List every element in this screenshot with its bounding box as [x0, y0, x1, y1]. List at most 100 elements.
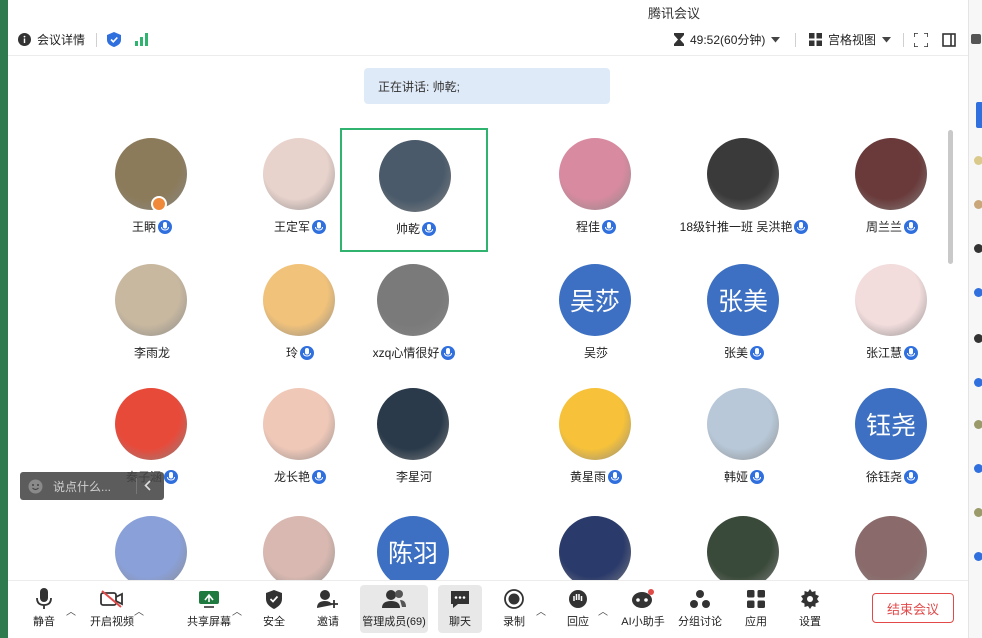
ai-assistant-button[interactable]: AI小助手	[618, 585, 668, 633]
title-bar: 腾讯会议	[8, 0, 968, 24]
shield-icon[interactable]	[107, 32, 121, 47]
participant-name: 黄星雨	[569, 470, 606, 484]
participant-tile[interactable]: 李星河	[340, 378, 488, 502]
desktop-background	[0, 0, 8, 638]
participant-name: 李星河	[395, 470, 432, 484]
breakout-label: 分组讨论	[678, 616, 722, 628]
chat-label: 聊天	[449, 616, 471, 628]
participant-name-row: 黄星雨	[522, 468, 670, 485]
participant-tile[interactable]: 李雨龙	[78, 254, 226, 378]
avatar	[263, 516, 335, 588]
panel-avatar-dot	[974, 378, 982, 387]
participant-name: 18级针推一班 吴洪艳	[679, 220, 793, 234]
emoji-icon[interactable]	[28, 479, 43, 494]
participant-tile[interactable]: 18级针推一班 吴洪艳	[670, 128, 818, 252]
record-icon	[504, 589, 524, 609]
apps-button[interactable]: 应用	[736, 585, 776, 633]
avatar	[115, 264, 187, 336]
gear-icon	[800, 589, 820, 609]
divider	[96, 32, 97, 47]
info-icon	[18, 33, 31, 46]
grid-view-icon	[809, 33, 822, 46]
avatar	[559, 516, 631, 588]
share-screen-button[interactable]: 共享屏幕	[184, 585, 234, 633]
meeting-timer[interactable]: 49:52(60分钟)	[674, 31, 781, 48]
settings-button[interactable]: 设置	[790, 585, 830, 633]
chat-quick-input[interactable]: 说点什么...	[20, 472, 164, 500]
chat-bubble-icon[interactable]	[971, 34, 981, 44]
chat-icon	[450, 590, 470, 609]
meeting-details-button[interactable]: 会议详情	[18, 31, 85, 48]
avatar	[115, 388, 187, 460]
chevron-up-icon[interactable]: ︿	[232, 603, 242, 618]
participant-tile[interactable]: 张江慧	[818, 254, 966, 378]
hourglass-icon	[674, 33, 684, 46]
right-side-panel-edge[interactable]	[968, 0, 982, 638]
chevron-left-icon[interactable]	[144, 480, 151, 491]
chevron-up-icon[interactable]: ︿	[134, 603, 144, 618]
participant-name-row: 李星河	[340, 468, 488, 485]
avatar	[379, 140, 451, 212]
participant-tile[interactable]: 程佳	[522, 128, 670, 252]
sidebar-toggle-icon[interactable]	[942, 32, 956, 47]
breakout-button[interactable]: 分组讨论	[676, 585, 724, 633]
participant-tile[interactable]: 吴莎 吴莎	[522, 254, 670, 378]
window-title: 腾讯会议	[648, 6, 701, 21]
participant-tile[interactable]: 黄星雨	[522, 378, 670, 502]
panel-avatar-dot	[974, 464, 982, 473]
chevron-down-icon	[771, 36, 781, 43]
panel-avatar-dot	[974, 156, 982, 165]
end-meeting-button[interactable]: 结束会议	[872, 593, 954, 623]
chevron-up-icon[interactable]: ︿	[536, 603, 546, 618]
chevron-down-icon	[882, 36, 892, 43]
chevron-up-icon[interactable]: ︿	[66, 603, 76, 618]
microphone-icon	[794, 219, 809, 234]
participant-name: 吴莎	[583, 346, 608, 360]
microphone-icon	[441, 345, 456, 360]
react-button[interactable]: 回应	[558, 585, 598, 633]
invite-button[interactable]: 邀请	[308, 585, 348, 633]
add-user-icon	[317, 589, 339, 609]
avatar	[377, 264, 449, 336]
mute-button[interactable]: 静音	[24, 585, 64, 633]
apps-icon	[747, 590, 765, 608]
members-icon	[382, 589, 406, 609]
meeting-window: 腾讯会议 会议详情 49:52(60分钟) 宫格视图 正在讲话: 帅乾; 王眪 …	[8, 0, 982, 638]
mute-label: 静音	[33, 616, 55, 628]
participant-name: 张美	[723, 346, 748, 360]
speaking-indicator: 正在讲话: 帅乾;	[364, 68, 610, 104]
participant-tile[interactable]: 韩娅	[670, 378, 818, 502]
microphone-icon	[750, 345, 764, 360]
video-button[interactable]: 开启视频	[84, 585, 140, 633]
avatar-initials: 吴莎	[569, 288, 620, 316]
participant-tile[interactable]: 周兰兰	[818, 128, 966, 252]
raise-hand-icon	[568, 589, 588, 610]
microphone-icon	[422, 221, 436, 236]
record-button[interactable]: 录制	[494, 585, 534, 633]
view-mode-button[interactable]: 宫格视图	[809, 31, 892, 48]
scrollbar[interactable]	[948, 130, 953, 264]
fullscreen-icon[interactable]	[914, 32, 928, 47]
meeting-details-label: 会议详情	[37, 33, 86, 47]
chat-button[interactable]: 聊天	[438, 585, 482, 633]
manage-members-label: 管理成员(69)	[362, 616, 426, 628]
panel-avatar-dot	[974, 244, 982, 253]
participant-tile[interactable]: xzq心情很好	[340, 254, 488, 378]
participant-tile[interactable]: 张美 张美	[670, 254, 818, 378]
participant-tile[interactable]: 王眪	[78, 128, 226, 252]
divider	[795, 32, 796, 47]
panel-avatar-dot	[974, 334, 982, 343]
participant-name: 韩娅	[723, 470, 748, 484]
participant-tile[interactable]: 帅乾	[340, 128, 488, 252]
speaking-text: 正在讲话: 帅乾;	[378, 79, 461, 94]
chevron-up-icon[interactable]: ︿	[598, 603, 608, 618]
signal-icon[interactable]	[135, 33, 149, 46]
participant-tile[interactable]: 钰尧 徐钰尧	[818, 378, 966, 502]
manage-members-button[interactable]: 管理成员(69)	[360, 585, 428, 633]
microphone-icon	[312, 469, 326, 484]
participant-name: 周兰兰	[865, 220, 902, 234]
panel-avatar-dot	[974, 508, 982, 517]
participant-name: 程佳	[575, 220, 600, 234]
security-button[interactable]: 安全	[254, 585, 294, 633]
avatar	[707, 138, 779, 210]
